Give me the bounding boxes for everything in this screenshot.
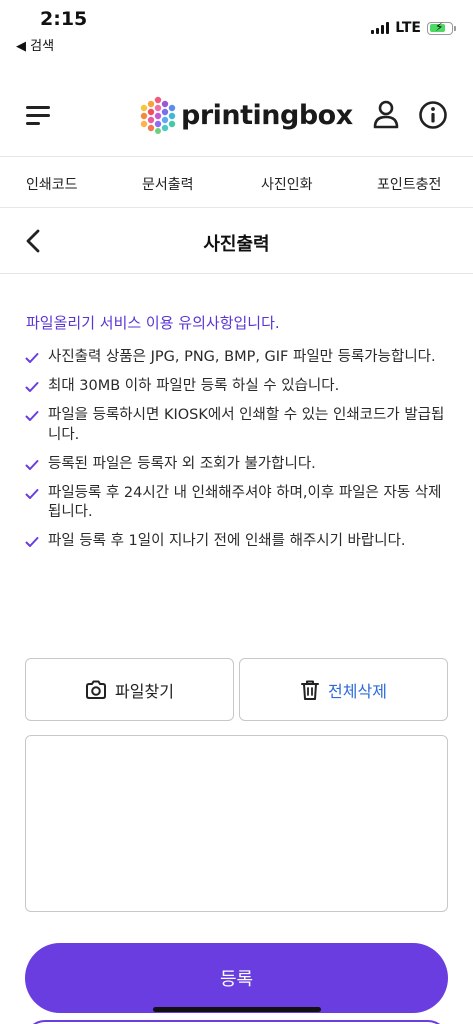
check-icon — [25, 411, 39, 421]
notice-text: 파일 등록 후 1일이 지나기 전에 인쇄를 해주시기 바랍니다. — [48, 533, 406, 549]
notice-item: 파일을 등록하시면 KIOSK에서 인쇄할 수 있는 인쇄코드가 발급됩니다. — [24, 406, 454, 445]
notice-text: 파일을 등록하시면 KIOSK에서 인쇄할 수 있는 인쇄코드가 발급됩니다. — [48, 407, 445, 443]
user-icon[interactable] — [372, 100, 400, 130]
file-action-row: 파일찾기 전체삭제 — [25, 658, 448, 722]
check-icon — [25, 382, 39, 392]
notice-item: 파일등록 후 24시간 내 인쇄해주셔야 하며,이후 파일은 자동 삭제됩니다. — [24, 484, 454, 523]
logo[interactable]: printingbox — [140, 96, 353, 134]
app-header: printingbox — [0, 80, 473, 152]
notice-item: 최대 30MB 이하 파일만 등록 하실 수 있습니다. — [24, 377, 454, 397]
tab-photo-print[interactable]: 사진인화 — [261, 174, 313, 194]
notice-text: 최대 30MB 이하 파일만 등록 하실 수 있습니다. — [48, 378, 340, 394]
notice-list: 사진출력 상품은 JPG, PNG, BMP, GIF 파일만 등록가능합니다.… — [24, 348, 454, 561]
status-bar: 2:15 ◀ 검색 LTE ⚡ — [0, 0, 473, 58]
tab-print-code[interactable]: 인쇄코드 — [26, 174, 78, 194]
camera-icon — [86, 680, 107, 699]
register-button[interactable]: 등록 — [25, 943, 448, 1013]
home-indicator — [153, 1007, 321, 1012]
delete-all-label: 전체삭제 — [328, 681, 387, 701]
delete-all-button[interactable]: 전체삭제 — [239, 658, 448, 721]
status-time: 2:15 — [40, 8, 88, 30]
check-icon — [25, 537, 39, 547]
status-indicators: LTE ⚡ — [371, 20, 456, 36]
status-back-link[interactable]: ◀ 검색 — [16, 35, 54, 54]
notice-text: 사진출력 상품은 JPG, PNG, BMP, GIF 파일만 등록가능합니다. — [48, 349, 436, 365]
network-label: LTE — [395, 20, 421, 36]
logo-text: printingbox — [181, 99, 353, 131]
notice-item: 사진출력 상품은 JPG, PNG, BMP, GIF 파일만 등록가능합니다. — [24, 348, 454, 368]
signal-icon — [371, 22, 390, 34]
logo-cube-icon — [140, 96, 176, 134]
battery-icon: ⚡ — [427, 20, 456, 35]
page-title: 사진출력 — [203, 234, 270, 255]
notice-heading: 파일올리기 서비스 이용 유의사항입니다. — [26, 314, 280, 332]
trash-icon — [301, 680, 320, 700]
file-list-area[interactable] — [25, 735, 448, 912]
page-title-bar: 사진출력 — [0, 208, 473, 274]
tab-document-print[interactable]: 문서출력 — [142, 174, 194, 194]
register-label: 등록 — [219, 969, 254, 990]
find-file-label: 파일찾기 — [115, 681, 174, 701]
nav-tabs: 인쇄코드 문서출력 사진인화 포인트충전 — [0, 156, 473, 208]
check-icon — [25, 488, 39, 499]
secondary-button-partial[interactable] — [25, 1020, 448, 1024]
notice-text: 파일등록 후 24시간 내 인쇄해주셔야 하며,이후 파일은 자동 삭제됩니다. — [48, 484, 442, 521]
check-icon — [25, 459, 39, 470]
tab-point-charge[interactable]: 포인트충전 — [377, 174, 441, 194]
notice-item: 파일 등록 후 1일이 지나기 전에 인쇄를 해주시기 바랍니다. — [24, 532, 454, 552]
info-icon[interactable] — [418, 100, 448, 130]
notice-item: 등록된 파일은 등록자 외 조회가 불가합니다. — [24, 455, 454, 475]
find-file-button[interactable]: 파일찾기 — [25, 658, 234, 721]
notice-text: 등록된 파일은 등록자 외 조회가 불가합니다. — [48, 455, 316, 472]
check-icon — [25, 353, 39, 363]
hamburger-icon[interactable] — [26, 106, 52, 126]
